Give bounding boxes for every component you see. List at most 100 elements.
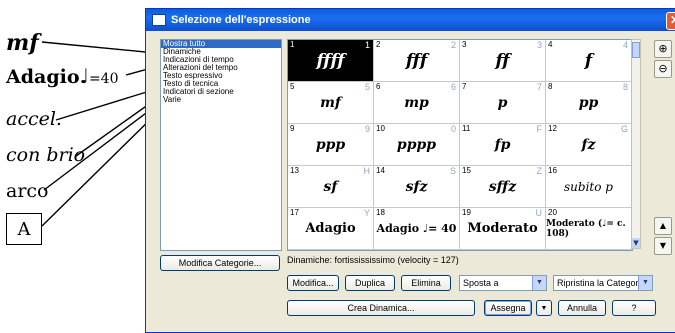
cell-symbol: f	[584, 50, 593, 71]
cell-number: 9	[290, 124, 295, 133]
cell-shortcut: Y	[363, 208, 370, 218]
expression-cell[interactable]: 3 3 ff	[460, 40, 546, 82]
cell-symbol: sf	[323, 178, 338, 195]
dialog-titlebar: Selezione dell'espressione ✕	[146, 9, 675, 31]
zoom-out-icon[interactable]: ⊖	[654, 60, 672, 78]
expression-cell[interactable]: 16 subito p	[546, 166, 632, 208]
cell-symbol: ppp	[315, 136, 346, 153]
mf-dynamic-example: mf	[6, 30, 39, 56]
create-dynamic-button[interactable]: Crea Dinamica...	[287, 300, 475, 316]
rehearsal-mark-example: A	[6, 213, 42, 245]
expression-cell[interactable]: 19 U Moderato	[460, 208, 546, 250]
cell-number: 4	[548, 40, 553, 49]
cell-number: 2	[376, 40, 381, 49]
scrollbar-thumb[interactable]	[632, 42, 640, 58]
delete-button[interactable]: Elimina	[401, 275, 451, 291]
expressive-text-example: con brio	[6, 144, 86, 166]
expression-cell[interactable]: 7 7 p	[460, 82, 546, 124]
expression-cell[interactable]: 20 Moderato (♩= c. 108)	[546, 208, 632, 250]
cell-symbol: ff	[495, 50, 510, 71]
cell-symbol: p	[497, 94, 508, 111]
tempo-alteration-example: accel.	[6, 108, 62, 130]
cell-symbol: fff	[405, 50, 428, 71]
zoom-in-icon[interactable]: ⊕	[654, 40, 672, 58]
expression-cell[interactable]: 17 Y Adagio	[288, 208, 374, 250]
cell-shortcut: 6	[450, 82, 456, 92]
category-list[interactable]: Mostra tutto Dinamiche Indicazioni di te…	[160, 39, 282, 251]
cell-number: 17	[290, 208, 299, 217]
edit-categories-button[interactable]: Modifica Categorie...	[160, 255, 280, 271]
cell-shortcut: 1	[364, 40, 370, 50]
cell-number: 7	[462, 82, 467, 91]
expression-cell[interactable]: 12 Gfz	[546, 124, 632, 166]
cell-number: 19	[462, 208, 471, 217]
expression-cell[interactable]: 6 6 mp	[374, 82, 460, 124]
expression-cell[interactable]: 4 4 f	[546, 40, 632, 82]
restore-category-value: Ripristina la Categori	[557, 278, 641, 288]
expression-cell[interactable]: 5 5 mf	[288, 82, 374, 124]
duplicate-button[interactable]: Duplica	[345, 275, 395, 291]
expression-cell[interactable]: 15 Zsffz	[460, 166, 546, 208]
cell-symbol: sffz	[488, 178, 517, 195]
scroll-down-arrow-icon[interactable]: ▼	[632, 238, 640, 248]
expression-cell[interactable]: 9 9 ppp	[288, 124, 374, 166]
assign-dropdown-button[interactable]: ▼	[536, 300, 552, 316]
cell-symbol: Adagio ♩= 40	[376, 222, 457, 235]
chevron-down-icon[interactable]: ▼	[638, 276, 652, 290]
expression-cell[interactable]: 2 2 fff	[374, 40, 460, 82]
technique-text-example: arco	[6, 180, 49, 202]
scroll-down-button[interactable]: ▼	[654, 237, 672, 255]
cell-number: 6	[376, 82, 381, 91]
close-button[interactable]: ✕	[666, 12, 675, 30]
expression-cell[interactable]: 14 Ssfz	[374, 166, 460, 208]
expression-grid: 1 1 ffff 2 2 fff 3 3 ff 44f 5 5 mf 6 6 mp 77p 8 8 pp…	[287, 39, 633, 251]
edit-button[interactable]: Modifica...	[287, 275, 339, 291]
cell-number: 13	[290, 166, 299, 175]
expression-cell[interactable]: 8 8 pp	[546, 82, 632, 124]
cell-shortcut: H	[363, 166, 371, 176]
cell-symbol: Moderato	[467, 221, 538, 236]
expression-cell[interactable]: 11 Ffp	[460, 124, 546, 166]
cell-number: 15	[462, 166, 471, 175]
cell-symbol: mp	[404, 94, 429, 111]
cell-number: 1	[290, 40, 295, 49]
cell-shortcut: 5	[364, 82, 370, 92]
cell-number: 14	[376, 166, 385, 175]
cell-shortcut: 0	[450, 124, 456, 134]
cell-shortcut: F	[536, 124, 543, 134]
cell-number: 3	[462, 40, 467, 49]
cell-shortcut: 7	[536, 82, 542, 92]
cell-number: 12	[548, 124, 557, 133]
cell-symbol: subito p	[564, 179, 613, 194]
cell-shortcut: U	[535, 208, 543, 218]
cell-shortcut: 2	[450, 40, 456, 50]
tempo-value: =40	[88, 71, 119, 87]
cell-number: 8	[548, 82, 553, 91]
cell-number: 16	[548, 166, 557, 175]
cell-shortcut: Z	[536, 166, 543, 176]
assign-button[interactable]: Assegna	[484, 300, 532, 316]
cell-symbol: sfz	[405, 178, 428, 195]
chevron-down-icon[interactable]: ▼	[532, 276, 546, 290]
move-to-select[interactable]: Sposta a ▼	[459, 275, 547, 291]
cell-symbol: Adagio	[305, 221, 356, 236]
scroll-up-button[interactable]: ▲	[654, 217, 672, 235]
cell-symbol: pppp	[396, 136, 437, 153]
expression-cell[interactable]: 10 0 pppp	[374, 124, 460, 166]
cell-symbol: fz	[581, 136, 596, 153]
help-button[interactable]: ?	[612, 300, 656, 316]
expression-cell[interactable]: 18 Adagio ♩= 40	[374, 208, 460, 250]
expression-cell[interactable]: 13 Hsf	[288, 166, 374, 208]
selection-status: Dinamiche: fortissississimo (velocity = …	[287, 255, 459, 265]
restore-category-select[interactable]: Ripristina la Categori ▼	[553, 275, 653, 291]
cell-shortcut: 8	[622, 82, 628, 92]
quarter-note-icon: ♩	[79, 64, 89, 88]
expression-cell[interactable]: 1 1 ffff	[288, 40, 374, 82]
cell-number: 18	[376, 208, 385, 217]
cancel-button[interactable]: Annulla	[558, 300, 606, 316]
cell-symbol: mf	[320, 94, 341, 111]
category-item-misc[interactable]: Varie	[161, 96, 281, 104]
cell-shortcut: 4	[622, 40, 628, 50]
cell-shortcut: G	[620, 124, 628, 134]
grid-scrollbar[interactable]: ▼	[631, 39, 641, 249]
